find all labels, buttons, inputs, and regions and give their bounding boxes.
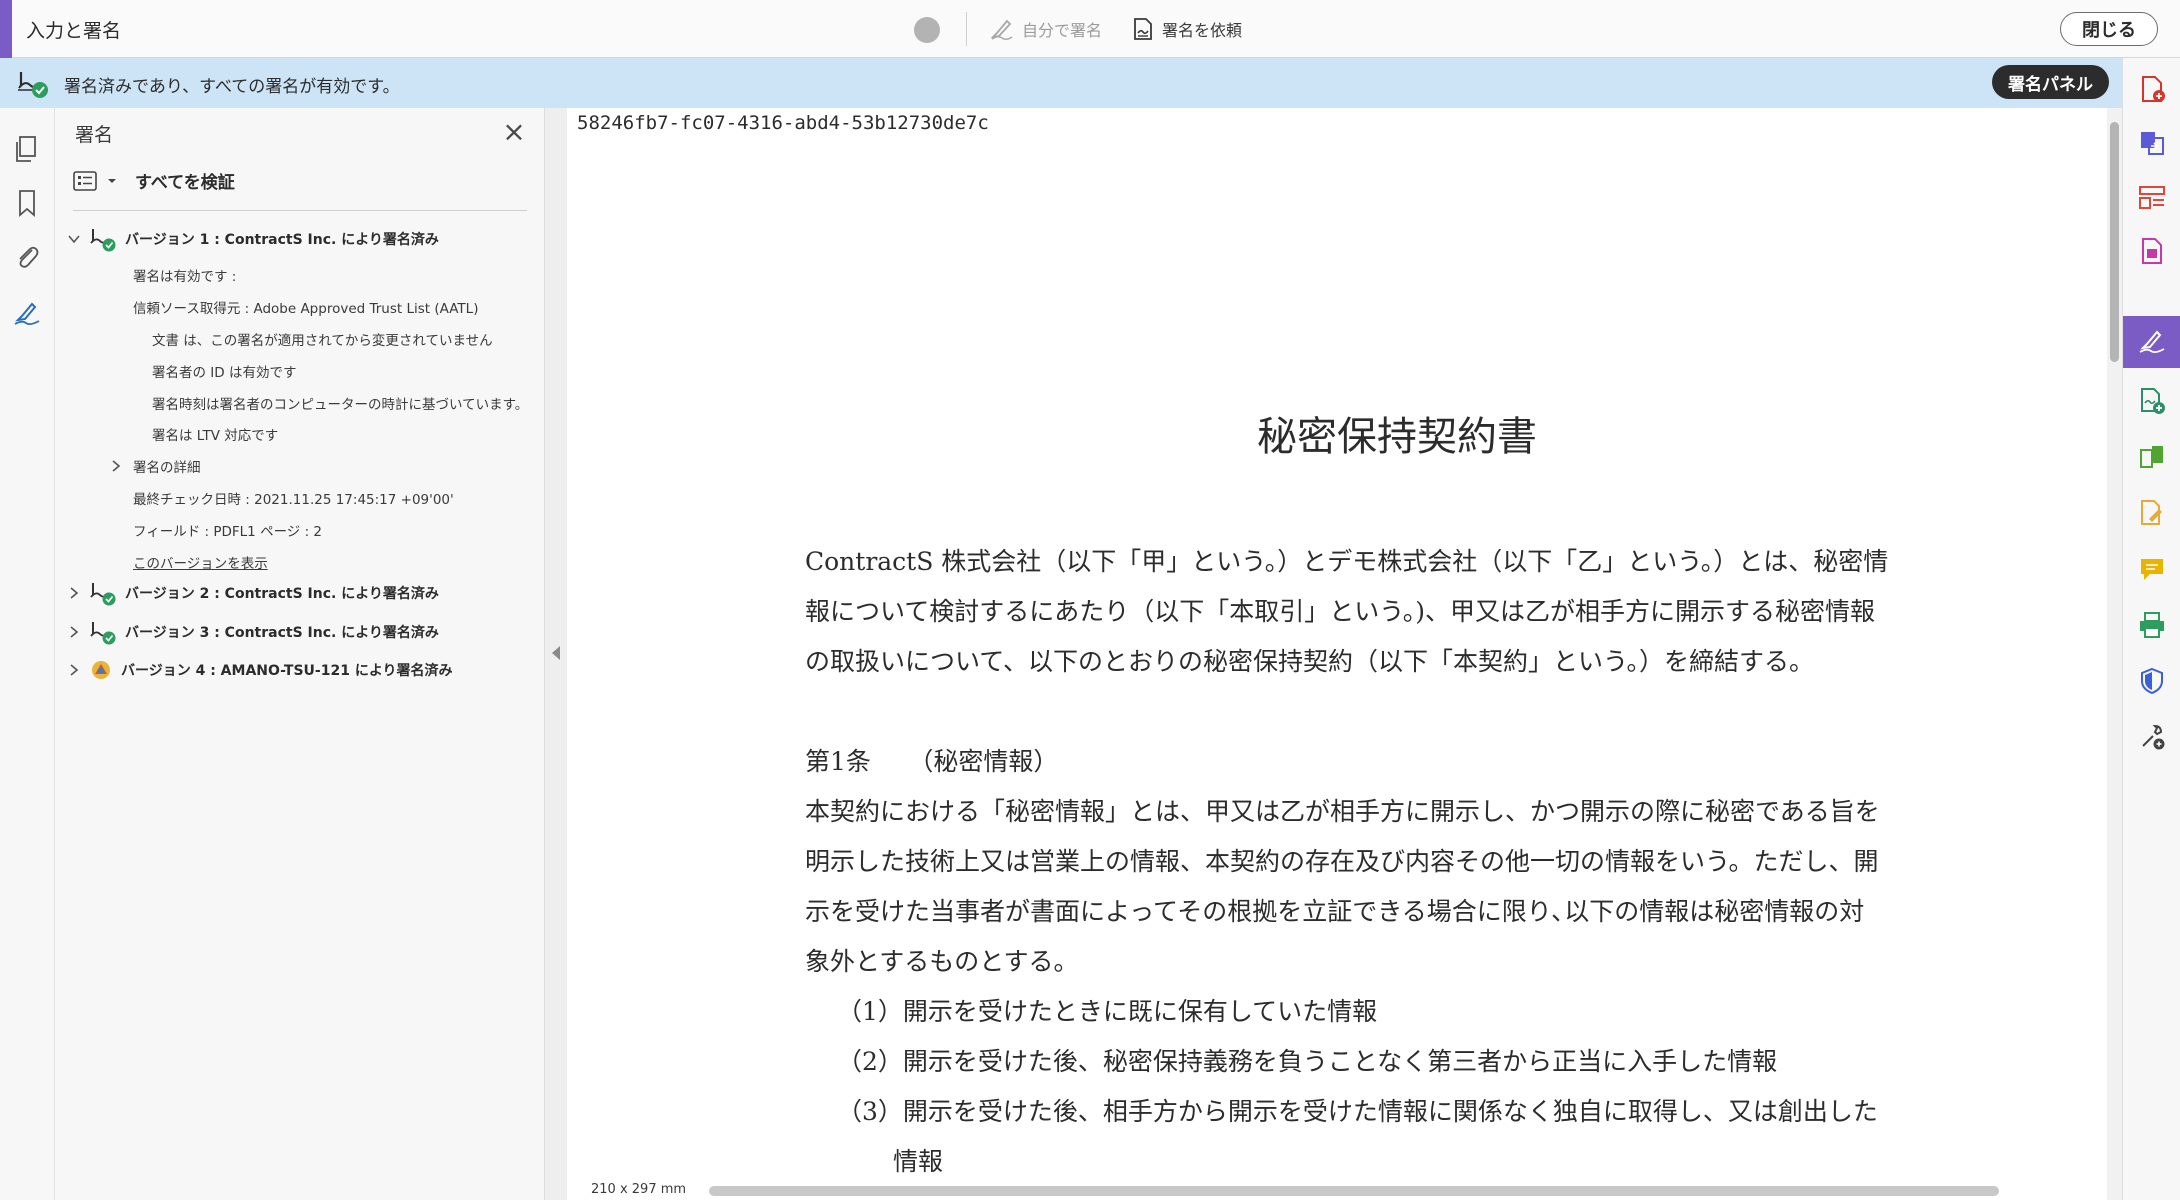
fill-sign-icon[interactable] bbox=[2133, 322, 2171, 360]
signature-panel-title: 署名 bbox=[75, 124, 114, 146]
panel-divider bbox=[73, 210, 527, 211]
article-1-list-item-continuation: 情報 bbox=[893, 1147, 944, 1176]
article-1-body-line: 象外とするものとする。 bbox=[805, 947, 1079, 976]
signature-details-row[interactable]: 署名の詳細 bbox=[109, 456, 201, 476]
chevron-down-icon[interactable] bbox=[67, 232, 81, 246]
protect-icon[interactable] bbox=[2133, 662, 2171, 700]
request-signature-doc-icon bbox=[1134, 18, 1152, 40]
comment-icon[interactable] bbox=[2133, 550, 2171, 588]
more-tools-icon[interactable] bbox=[2133, 718, 2171, 756]
self-sign-button[interactable]: 自分で署名 bbox=[990, 14, 1102, 44]
intro-paragraph-line: ContractS 株式会社（以下「甲」という。）とデモ株式会社（以下「乙」とい… bbox=[805, 547, 1889, 576]
self-sign-label: 自分で署名 bbox=[1022, 21, 1103, 40]
close-icon[interactable]: × bbox=[499, 118, 529, 148]
article-1-heading: 第1条 （秘密情報） bbox=[805, 747, 1059, 776]
request-signature-button[interactable]: 署名を依頼 bbox=[1132, 14, 1242, 44]
signing-time-text: 署名時刻は署名者のコンピューターの時計に基づいています。 bbox=[152, 397, 529, 413]
edit-pdf-icon[interactable] bbox=[2133, 494, 2171, 532]
options-list-icon bbox=[73, 170, 97, 191]
signature-version-label: バージョン 3 : ContractS Inc. により署名済み bbox=[125, 625, 439, 641]
intro-paragraph-line: の取扱いについて、以下のとおりの秘密保持契約（以下「本契約」という。）を締結する… bbox=[805, 647, 1815, 676]
signature-valid-icon bbox=[18, 72, 48, 98]
last-checked-text: 最終チェック日時 : 2021.11.25 17:45:17 +09'00' bbox=[133, 492, 454, 508]
ltv-enabled-text: 署名は LTV 対応です bbox=[152, 428, 279, 444]
field-page-text: フィールド : PDFL1 ページ : 2 bbox=[133, 524, 323, 540]
organize-pages-icon[interactable] bbox=[2133, 178, 2171, 216]
compare-icon[interactable] bbox=[2133, 438, 2171, 476]
signature-version-1[interactable]: バージョン 1 : ContractS Inc. により署名済み bbox=[67, 226, 439, 252]
signature-version-2[interactable]: バージョン 2 : ContractS Inc. により署名済み bbox=[67, 580, 439, 606]
signature-version-label: バージョン 2 : ContractS Inc. により署名済み bbox=[125, 586, 439, 602]
create-pdf-icon[interactable] bbox=[2133, 70, 2171, 108]
toolbar-divider bbox=[966, 12, 967, 46]
collapse-panel-arrow-icon[interactable] bbox=[552, 646, 560, 660]
tools-rail bbox=[2122, 58, 2180, 1200]
page-size-label: 210 x 297 mm bbox=[591, 1182, 687, 1197]
print-production-icon[interactable] bbox=[2133, 606, 2171, 644]
article-1-body-line: 示を受けた当事者が書面によってその根拠を立証できる場合に限り､以下の情報は秘密情… bbox=[805, 897, 1865, 926]
trust-source-text: 信頼ソース取得元 : Adobe Approved Trust List (AA… bbox=[133, 301, 479, 317]
record-icon[interactable] bbox=[914, 17, 940, 43]
attachment-icon[interactable] bbox=[12, 242, 42, 272]
signature-details-label: 署名の詳細 bbox=[133, 460, 201, 476]
signature-valid-icon bbox=[90, 229, 116, 252]
left-navigation-rail bbox=[0, 108, 55, 1200]
article-1-list-item: （1）開示を受けたときに既に保有していた情報 bbox=[837, 997, 1378, 1026]
article-1-body-line: 本契約における「秘密情報」とは、甲又は乙が相手方に開示し、かつ開示の際に秘密であ… bbox=[805, 797, 1880, 826]
bookmark-icon[interactable] bbox=[12, 188, 42, 218]
signature-valid-icon bbox=[90, 583, 116, 606]
document-viewer[interactable]: 58246fb7-fc07-4316-abd4-53b12730de7c 秘密保… bbox=[567, 108, 2107, 1200]
chevron-right-icon[interactable] bbox=[67, 586, 81, 600]
verify-all-button[interactable]: すべてを検証 bbox=[73, 168, 235, 193]
document-id-header: 58246fb7-fc07-4316-abd4-53b12730de7c bbox=[577, 112, 989, 134]
article-1-body-line: 明示した技術上又は営業上の情報、本契約の存在及び内容その他一切の情報をいう。ただ… bbox=[805, 847, 1879, 876]
signature-status-bar: 署名済みであり、すべての署名が有効です。 署名パネル bbox=[0, 58, 2122, 108]
signature-version-label: バージョン 1 : ContractS Inc. により署名済み bbox=[125, 232, 439, 248]
chevron-right-icon[interactable] bbox=[109, 459, 123, 473]
signature-version-3[interactable]: バージョン 3 : ContractS Inc. により署名済み bbox=[67, 619, 439, 645]
signature-panel-button[interactable]: 署名パネル bbox=[1992, 65, 2109, 99]
pages-icon[interactable] bbox=[12, 134, 42, 164]
document-unmodified-text: 文書 は、この署名が適用されてから変更されていません bbox=[152, 333, 493, 349]
chevron-right-icon[interactable] bbox=[67, 625, 81, 639]
horizontal-scrollbar[interactable] bbox=[709, 1186, 1999, 1196]
verify-all-label: すべてを検証 bbox=[135, 173, 235, 193]
article-1-list-item: （2）開示を受けた後、秘密保持義務を負うことなく第三者から正当に入手した情報 bbox=[837, 1047, 1778, 1076]
intro-paragraph-line: 報について検討するにあたり（以下「本取引」という。)、甲又は乙が相手方に開示する… bbox=[805, 597, 1876, 626]
signature-panel: 署名 × すべてを検証 バージョン 1 : ContractS Inc. により… bbox=[55, 108, 545, 1200]
signature-valid-icon bbox=[90, 622, 116, 645]
vertical-scrollbar[interactable] bbox=[2107, 108, 2122, 1200]
document-title: 秘密保持契約書 bbox=[1257, 414, 1537, 460]
combine-files-icon[interactable] bbox=[2133, 124, 2171, 162]
chevron-right-icon[interactable] bbox=[67, 663, 81, 677]
export-pdf-icon[interactable] bbox=[2133, 232, 2171, 270]
article-1-list-item: （3）開示を受けた後、相手方から開示を受けた情報に関係なく独自に取得し、又は創出… bbox=[837, 1097, 1878, 1126]
request-signature-label: 署名を依頼 bbox=[1162, 21, 1243, 40]
signer-identity-text: 署名者の ID は有効です bbox=[152, 365, 297, 381]
panel-resize-handle[interactable] bbox=[545, 108, 567, 1200]
tool-title: 入力と署名 bbox=[26, 20, 122, 42]
vertical-scrollbar-thumb[interactable] bbox=[2110, 122, 2119, 362]
signature-status-message: 署名済みであり、すべての署名が有効です。 bbox=[64, 77, 400, 97]
dropdown-caret-icon bbox=[108, 178, 116, 183]
self-sign-pen-icon bbox=[990, 19, 1013, 41]
signature-version-label: バージョン 4 : AMANO-TSU-121 により署名済み bbox=[121, 663, 453, 679]
signature-version-4[interactable]: バージョン 4 : AMANO-TSU-121 により署名済み bbox=[67, 658, 453, 682]
show-version-link[interactable]: このバージョンを表示 bbox=[133, 552, 268, 572]
tool-accent-stripe bbox=[0, 0, 12, 58]
timestamp-seal-icon bbox=[92, 661, 110, 679]
top-toolbar: 入力と署名 自分で署名 署名を依頼 閉じる bbox=[0, 0, 2180, 58]
close-button[interactable]: 閉じる bbox=[2060, 12, 2158, 46]
signature-valid-text: 署名は有効です : bbox=[133, 269, 237, 285]
request-signature-icon[interactable] bbox=[2133, 382, 2171, 420]
signature-pen-icon[interactable] bbox=[12, 298, 42, 328]
